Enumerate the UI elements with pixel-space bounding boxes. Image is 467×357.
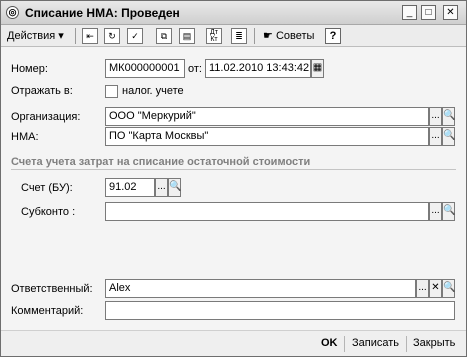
organization-label: Организация: <box>11 111 81 123</box>
account-label: Счет (БУ): <box>21 182 73 194</box>
toolbar-divider <box>254 28 255 44</box>
tips-button[interactable]: ☛ Советы <box>263 29 314 42</box>
tips-icon: ☛ <box>263 30 273 42</box>
reflect-label: Отражать в: <box>11 85 73 97</box>
toolbar: Действия ▾ ⇤ ↻ ✓ ⧉ ▤ Дт Кт ≣ ☛ Советы ? <box>1 25 466 47</box>
window-title: Списание НМА: Проведен <box>25 6 180 20</box>
select-icon[interactable]: ... <box>155 178 168 197</box>
bottom-divider <box>406 336 407 352</box>
copy-icon[interactable]: ⧉ <box>156 28 172 44</box>
comment-label: Комментарий: <box>11 305 84 317</box>
toolbar-divider <box>75 28 76 44</box>
search-icon[interactable]: 🔍 <box>442 279 455 298</box>
close-button[interactable]: Закрыть <box>413 337 455 349</box>
select-icon[interactable]: ... <box>429 202 442 221</box>
subconto-field[interactable] <box>105 202 429 221</box>
select-icon[interactable]: ... <box>416 279 429 298</box>
document-window: ◎ Списание НМА: Проведен _ □ ✕ Действия … <box>0 0 467 357</box>
tax-checkbox-label: налог. учете <box>122 85 184 97</box>
search-icon[interactable]: 🔍 <box>442 202 455 221</box>
save-button[interactable]: Записать <box>352 337 399 349</box>
account-field[interactable]: 91.02 <box>105 178 155 197</box>
post-icon[interactable]: ✓ <box>127 28 143 44</box>
refresh-icon[interactable]: ↻ <box>104 28 120 44</box>
nma-label: НМА: <box>11 131 39 143</box>
section-divider <box>11 169 456 170</box>
calendar-icon[interactable]: ▦ <box>311 59 324 78</box>
date-field[interactable]: 11.02.2010 13:43:42 <box>205 59 311 78</box>
dtkt-icon[interactable]: Дт Кт <box>206 28 222 44</box>
minimize-icon[interactable]: _ <box>402 5 417 20</box>
organization-field[interactable]: ООО "Меркурий" <box>105 107 429 126</box>
chevron-down-icon: ▾ <box>58 30 64 42</box>
actions-menu[interactable]: Действия ▾ <box>7 29 64 42</box>
report-icon[interactable]: ≣ <box>231 28 247 44</box>
section-title: Счета учета затрат на списание остаточно… <box>11 156 311 168</box>
responsible-field[interactable]: Alex <box>105 279 416 298</box>
help-icon[interactable]: ? <box>325 28 341 44</box>
actions-menu-label: Действия <box>7 30 56 42</box>
nma-field[interactable]: ПО "Карта Москвы" <box>105 127 429 146</box>
from-label: от: <box>188 63 202 75</box>
number-field[interactable]: МК000000001 <box>105 59 185 78</box>
clear-icon[interactable]: ✕ <box>429 279 442 298</box>
maximize-icon[interactable]: □ <box>421 5 436 20</box>
comment-field[interactable] <box>105 301 455 320</box>
select-icon[interactable]: ... <box>429 107 442 126</box>
bottom-bar: OK Записать Закрыть <box>1 330 466 356</box>
select-icon[interactable]: ... <box>429 127 442 146</box>
ok-button[interactable]: OK <box>321 337 338 349</box>
tips-label: Советы <box>275 30 315 42</box>
arrow-left-icon[interactable]: ⇤ <box>82 28 98 44</box>
subconto-label: Субконто : <box>21 206 76 218</box>
tax-checkbox[interactable] <box>105 85 118 98</box>
search-icon[interactable]: 🔍 <box>168 178 181 197</box>
search-icon[interactable]: 🔍 <box>442 127 455 146</box>
app-icon: ◎ <box>6 6 19 19</box>
search-icon[interactable]: 🔍 <box>442 107 455 126</box>
bottom-divider <box>344 336 345 352</box>
doc-icon[interactable]: ▤ <box>179 28 195 44</box>
close-icon[interactable]: ✕ <box>443 5 458 20</box>
number-label: Номер: <box>11 63 48 75</box>
responsible-label: Ответственный: <box>11 283 93 295</box>
title-bar: ◎ Списание НМА: Проведен _ □ ✕ <box>1 1 466 25</box>
